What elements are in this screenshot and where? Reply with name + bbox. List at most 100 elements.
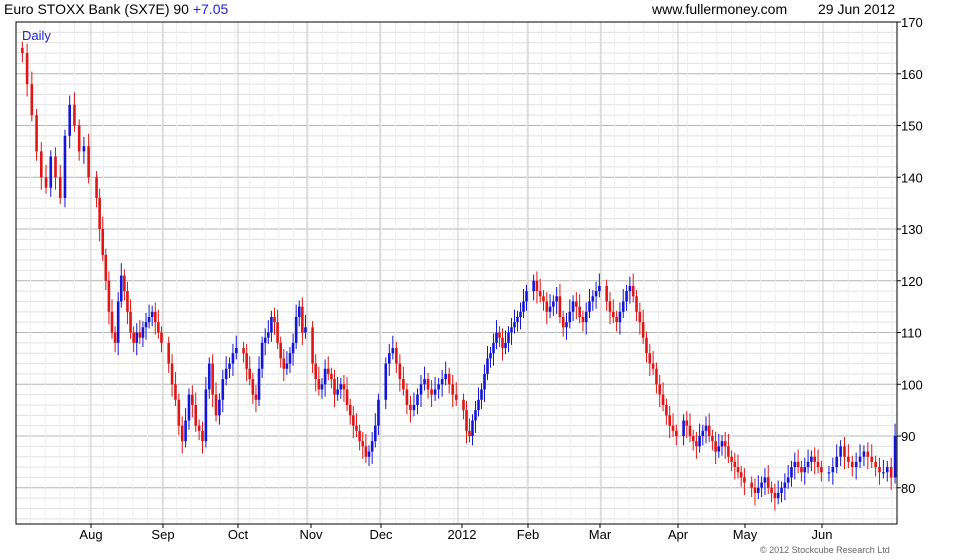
candle-down [578,306,581,317]
candle-down [870,456,874,462]
copyright-credit: © 2012 Stockcube Research Ltd [760,545,890,555]
candle-down [739,472,743,478]
candle-down [107,280,111,312]
candle-down [753,487,757,493]
y-tick-label: 150 [901,119,923,134]
candle-up [584,311,588,323]
candle-down [451,384,455,395]
candle-down [104,254,108,281]
candle-down [651,363,655,369]
candle-up [116,301,120,343]
candle-down [796,461,800,468]
candle-down [615,316,618,323]
candle-down [355,425,358,431]
candle-down [723,441,727,447]
candle-up [224,368,228,380]
candle-down [364,446,368,457]
candle-up [135,332,139,343]
candle-down [348,404,352,416]
candle-down [430,389,433,395]
candle-up [552,301,555,307]
candle-up [831,467,835,473]
candle-up [793,461,797,468]
y-tick-label: 140 [901,170,923,185]
candle-up [444,373,447,380]
candle-down [95,177,98,198]
candle-down [132,332,135,343]
candle-up [267,332,270,338]
candle-up [495,332,498,343]
candle-up [510,327,513,333]
candle-up [783,482,787,488]
candle-up [786,477,790,483]
candle-up [704,425,708,431]
candle-down [538,291,542,297]
candle-down [671,425,675,431]
candle-up [625,291,628,302]
candle-down [635,296,638,312]
candle-down [655,368,658,385]
candle-down [194,404,198,426]
candle-down [180,425,184,442]
candle-down [426,379,430,390]
plot-frame [15,21,898,525]
candle-down [177,399,181,426]
candle-down [398,363,402,380]
candle-up [548,306,552,312]
candle-down [658,384,662,395]
candle-down [714,441,717,452]
candle-down [800,467,803,473]
candle-up [525,291,528,302]
candle-up [780,487,783,493]
candle-down [214,394,218,416]
candle-down [282,358,286,369]
candle-up [336,389,339,395]
candle-down [535,280,539,292]
x-tick-label: Dec [369,527,393,542]
candle-down [685,420,689,426]
candle-down [695,441,698,447]
candle-down [345,389,349,405]
candle-up [373,425,377,442]
candle-up [854,461,858,468]
candle-up [835,456,839,468]
candle-up [231,353,235,364]
candle-down [113,332,117,343]
candle-up [513,322,516,328]
candle-down [167,342,170,364]
candle-up [618,311,622,323]
candle-down [889,467,893,478]
candle-up [720,441,724,447]
candle-up [49,156,53,188]
candle-up [82,146,86,152]
candle-up [433,389,437,395]
candle-up [228,363,231,369]
candle-down [153,311,157,323]
candle-down [211,363,214,395]
candle-up [150,311,154,317]
candle-up [218,399,221,416]
candle-up [119,275,123,302]
candle-up [437,384,440,390]
candle-up [235,348,238,354]
candle-up [594,291,598,297]
x-tick-label: Oct [228,527,249,542]
candle-up [486,358,489,374]
candle-up [291,342,295,354]
candle-up [621,301,625,312]
candle-up [698,436,701,447]
candle-up [320,384,324,390]
candle-down [73,104,76,126]
candle-up [63,135,67,198]
candle-up [144,322,148,328]
candle-down [545,301,549,312]
x-tick-label: Feb [517,527,539,542]
candle-down [611,311,615,317]
candle-up [882,472,885,474]
candle-down [707,425,711,437]
y-tick-label: 130 [901,222,923,237]
candle-up [377,399,380,426]
candle-up [440,379,444,385]
candle-down [191,394,194,405]
candle-down [58,177,62,198]
